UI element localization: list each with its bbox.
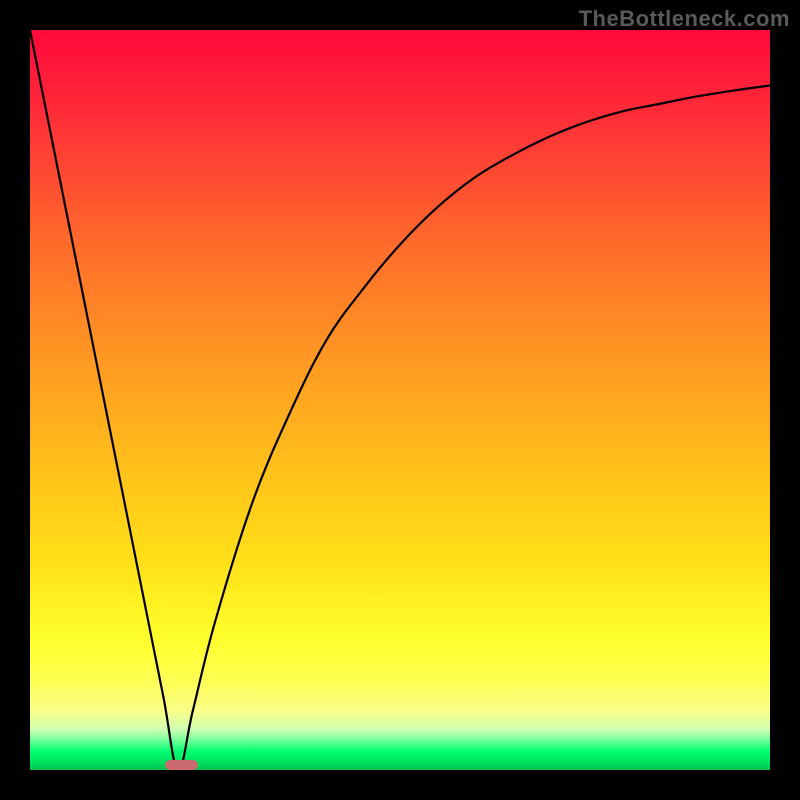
bottom-marker <box>165 760 198 770</box>
watermark-text: TheBottleneck.com <box>579 6 790 32</box>
plot-area <box>30 30 770 770</box>
